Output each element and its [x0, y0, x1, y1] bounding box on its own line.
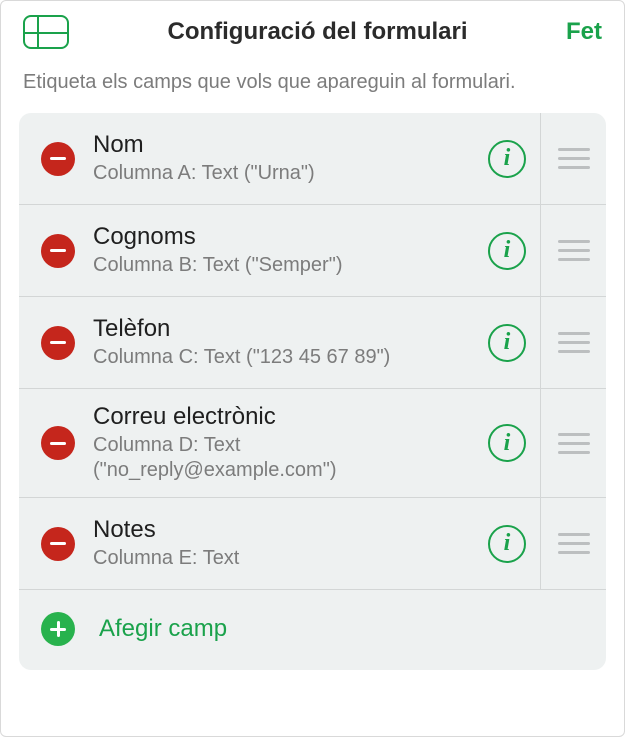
info-icon[interactable]: i — [488, 140, 526, 178]
field-name: Cognoms — [93, 223, 484, 251]
field-row: Nom Columna A: Text ("Urna") i — [19, 113, 606, 205]
field-detail: Columna E: Text — [93, 546, 484, 571]
field-detail: Columna B: Text ("Semper") — [93, 253, 484, 278]
remove-field-button[interactable] — [41, 234, 75, 268]
add-field-row[interactable]: Afegir camp — [19, 590, 606, 670]
reorder-handle[interactable] — [540, 498, 606, 589]
add-field-label: Afegir camp — [99, 615, 227, 643]
field-row: Notes Columna E: Text i — [19, 498, 606, 590]
reorder-handle[interactable] — [540, 297, 606, 388]
field-row: Telèfon Columna C: Text ("123 45 67 89")… — [19, 297, 606, 389]
field-name: Correu electrònic — [93, 403, 484, 431]
field-name: Notes — [93, 516, 484, 544]
reorder-handle[interactable] — [540, 389, 606, 497]
field-list: Nom Columna A: Text ("Urna") i Cognoms C… — [19, 113, 606, 670]
field-detail: Columna D: Text ("no_reply@example.com") — [93, 433, 484, 483]
field-name: Nom — [93, 131, 484, 159]
field-row: Cognoms Columna B: Text ("Semper") i — [19, 205, 606, 297]
reorder-handle[interactable] — [540, 205, 606, 296]
remove-field-button[interactable] — [41, 527, 75, 561]
info-icon[interactable]: i — [488, 232, 526, 270]
done-button[interactable]: Fet — [566, 18, 602, 46]
instruction-text: Etiqueta els camps que vols que aparegui… — [1, 57, 624, 113]
table-icon[interactable] — [23, 15, 69, 49]
remove-field-button[interactable] — [41, 426, 75, 460]
remove-field-button[interactable] — [41, 142, 75, 176]
field-row: Correu electrònic Columna D: Text ("no_r… — [19, 389, 606, 498]
remove-field-button[interactable] — [41, 326, 75, 360]
plus-icon[interactable] — [41, 612, 75, 646]
info-icon[interactable]: i — [488, 324, 526, 362]
field-detail: Columna C: Text ("123 45 67 89") — [93, 345, 484, 370]
field-name: Telèfon — [93, 315, 484, 343]
page-title: Configuració del formulari — [167, 18, 467, 46]
reorder-handle[interactable] — [540, 113, 606, 204]
info-icon[interactable]: i — [488, 424, 526, 462]
field-detail: Columna A: Text ("Urna") — [93, 161, 484, 186]
info-icon[interactable]: i — [488, 525, 526, 563]
